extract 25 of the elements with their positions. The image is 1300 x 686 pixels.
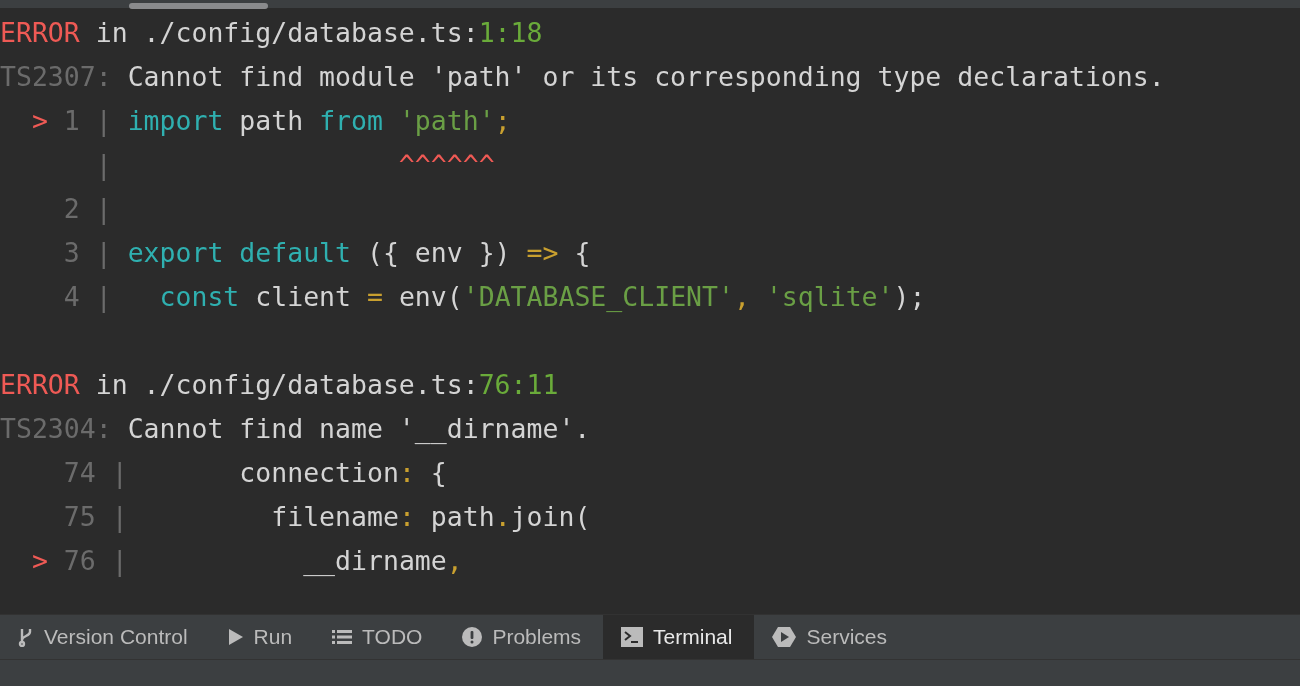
terminal-line: 3 | export default ({ env }) => {	[62, 236, 591, 271]
play-icon	[227, 628, 244, 646]
terminal-line: TS2307: Cannot find module 'path' or its corresponding type declarations.	[0, 60, 1165, 94]
terminal-line: ERROR in ./config/database.ts:76:11	[0, 368, 559, 402]
terminal-line: 75 | filename: path.join(	[62, 500, 591, 535]
exclamation-circle-icon	[462, 627, 483, 647]
services-icon	[772, 626, 797, 648]
terminal-line: 2 |	[62, 192, 112, 227]
terminal-line: ERROR in ./config/database.ts:1:18	[0, 16, 543, 50]
tool-window-tab[interactable]: Problems	[444, 615, 604, 659]
branch-icon	[18, 627, 34, 647]
tool-window-tab[interactable]: Run	[209, 615, 315, 659]
terminal-icon	[621, 627, 644, 647]
terminal-line: TS2304: Cannot find name '__dirname'.	[0, 412, 591, 446]
terminal-line: | ^^^^^^	[94, 148, 495, 183]
scrollbar-thumb[interactable]	[129, 3, 268, 9]
list-icon	[332, 629, 353, 645]
terminal-line: 4 | const client = env('DATABASE_CLIENT', 'sqlite');	[62, 280, 926, 315]
terminal-line: 74 | connection: {	[62, 456, 447, 491]
tool-window-tab[interactable]: Services	[754, 615, 909, 659]
tool-window-tab[interactable]: TODO	[314, 615, 445, 659]
tool-window-tab[interactable]: Version Control	[0, 615, 210, 659]
terminal-line: > 76 | __dirname,	[30, 544, 463, 579]
tool-window-tab[interactable]: Terminal	[603, 615, 755, 659]
terminal-line: > 1 | import path from 'path';	[30, 104, 511, 139]
